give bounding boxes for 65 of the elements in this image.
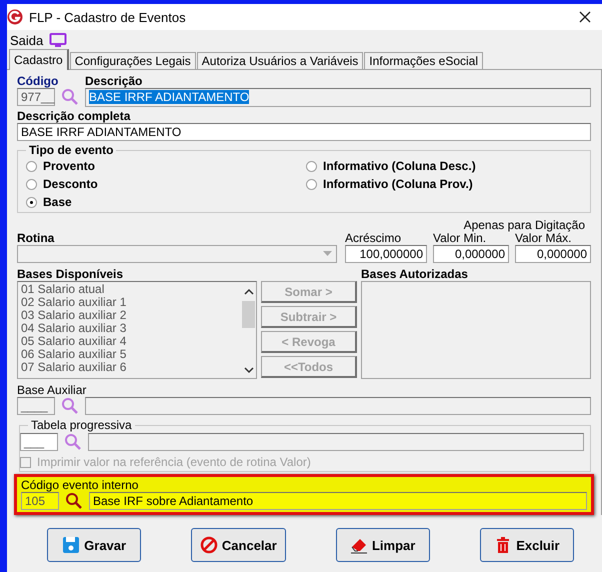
tab[interactable]: Configurações Legais	[70, 52, 196, 69]
radio-label: Provento	[43, 159, 96, 173]
input-field[interactable]: 0,000000	[433, 245, 509, 263]
dropdown-arrow-icon	[323, 251, 332, 257]
menu-item[interactable]: Saida	[10, 32, 44, 48]
checkbox-label: Imprimir valor na referência (evento de rotina Valor)	[37, 455, 311, 469]
radio-label: Informativo (Coluna Desc.)	[323, 159, 476, 173]
field-label: Código	[17, 74, 60, 88]
input-field[interactable]: BASE IRRF ADIANTAMENTO	[17, 123, 591, 141]
field-label: Valor Máx.	[515, 232, 572, 245]
radio-button[interactable]	[306, 178, 317, 190]
field-label: Código evento interno	[21, 478, 140, 492]
no-entry-icon	[200, 536, 218, 554]
save-button[interactable]: Gravar	[47, 528, 142, 562]
radio-button[interactable]	[26, 196, 37, 208]
input-field[interactable]: BASE IRRF ADIANTAMENTO	[85, 88, 591, 107]
radio-label: Informativo (Coluna Prov.)	[323, 177, 473, 191]
list-item[interactable]: 05 Salario auxiliar 4	[21, 335, 238, 348]
caption: Apenas para Digitação	[462, 219, 586, 232]
input-field[interactable]	[85, 397, 591, 415]
scroll-up-icon	[244, 288, 254, 295]
input-field[interactable]: 977__	[17, 88, 55, 106]
input-field[interactable]: 105	[21, 492, 59, 510]
input-field[interactable]: 100,000000	[345, 245, 427, 263]
input-field[interactable]: ____	[17, 397, 55, 415]
list-item[interactable]: 02 Salario auxiliar 1	[21, 296, 238, 309]
field-label: Base Auxiliar	[17, 383, 88, 397]
eraser-icon	[350, 536, 368, 554]
list-box[interactable]	[361, 281, 591, 379]
field-label: Valor Min.	[433, 232, 486, 245]
radio-button[interactable]	[306, 160, 317, 172]
cancel-button[interactable]: Cancelar	[191, 528, 286, 562]
scroll-down-icon	[244, 367, 254, 374]
radio-button[interactable]	[26, 178, 37, 190]
close-icon	[578, 10, 592, 24]
input-field[interactable]	[88, 433, 584, 451]
input-field[interactable]: 0,000000	[515, 245, 591, 263]
list-item[interactable]: 07 Salario auxiliar 6	[21, 361, 238, 374]
radio-label: Desconto	[43, 177, 98, 191]
field-label: Acréscimo	[345, 232, 402, 245]
field-label: Bases Autorizadas	[361, 267, 469, 281]
window-title: FLP - Cadastro de Eventos	[29, 10, 187, 24]
group-title: Tabela progressiva	[28, 418, 135, 432]
list-item[interactable]: 03 Salario auxiliar 2	[21, 309, 238, 322]
clear-button[interactable]: Limpar	[336, 528, 430, 562]
scrollbar-thumb[interactable]	[242, 301, 255, 328]
tab[interactable]: Autoriza Usuários a Variáveis	[196, 52, 364, 69]
search-icon[interactable]	[65, 492, 83, 510]
delete-button[interactable]: Excluir	[480, 528, 574, 562]
input-field[interactable]: ___	[20, 433, 58, 451]
tab[interactable]: Cadastro	[9, 49, 69, 70]
field-label: Rotina	[17, 231, 56, 245]
field-label: Descrição	[85, 74, 144, 88]
monitor-icon	[49, 33, 68, 47]
list-item[interactable]: 06 Salario auxiliar 5	[21, 348, 238, 361]
input-field[interactable]: Base IRF sobre Adiantamento	[89, 492, 587, 510]
field-label: Bases Disponíveis	[17, 267, 124, 281]
field-label: Descrição completa	[17, 109, 132, 123]
radio-button[interactable]	[26, 160, 37, 172]
list-item[interactable]: 01 Salario atual	[21, 283, 238, 296]
list-box[interactable]: 01 Salario atual 02 Salario auxiliar 1 03 Salario auxiliar 2 04 Salario auxiliar 3 05 Salario auxiliar 4 06 Salario auxiliar 5 07 Salario auxiliar 6	[17, 281, 257, 379]
list-item[interactable]: 04 Salario auxiliar 3	[21, 322, 238, 335]
radio-label: Base	[43, 195, 72, 209]
group-title: Tipo de evento	[26, 143, 116, 157]
tab[interactable]: Informações eSocial	[364, 52, 484, 69]
